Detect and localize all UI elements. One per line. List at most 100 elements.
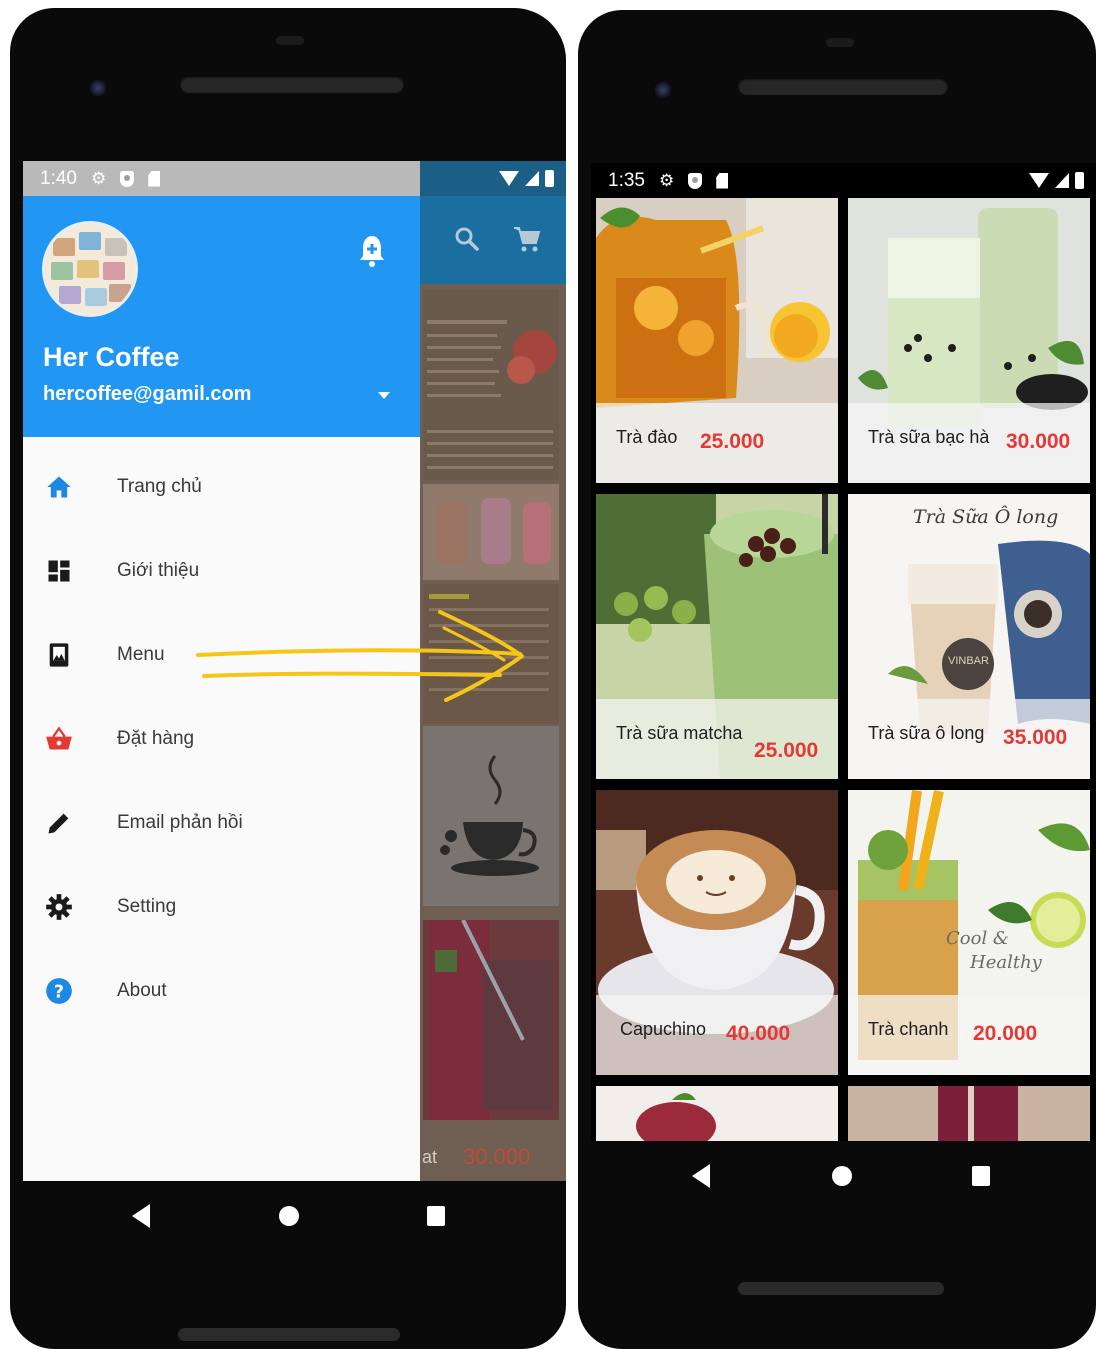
battery-icon xyxy=(545,170,554,187)
help-icon: ? xyxy=(46,978,72,1004)
menu-item-about[interactable]: ? About xyxy=(23,951,420,1031)
product-card[interactable]: Trà sữa matcha 25.000 xyxy=(596,494,838,779)
product-image xyxy=(848,1086,1090,1141)
product-card[interactable]: Trà Sữa Ô long VINBAR Trà sữa ô long 35.… xyxy=(848,494,1090,779)
shield-icon xyxy=(688,172,703,189)
battery-icon xyxy=(1075,172,1084,189)
behind-product-name: at xyxy=(422,1147,438,1167)
front-camera xyxy=(653,80,673,100)
coffee-cup-image xyxy=(423,726,559,906)
back-button[interactable] xyxy=(692,1164,710,1188)
front-camera xyxy=(88,78,108,98)
avatar-thumb xyxy=(59,286,81,304)
milkshake-image xyxy=(423,484,559,580)
status-icons xyxy=(499,161,554,196)
gear-icon xyxy=(46,894,72,920)
menu-item-trang-chu[interactable]: Trang chủ xyxy=(23,447,420,527)
basket-icon xyxy=(46,726,72,750)
behind-menu-list: at 30.000 xyxy=(420,284,566,1181)
menu-item-label: Trang chủ xyxy=(117,476,202,497)
avatar-thumb xyxy=(105,238,127,256)
olong-image-title: Trà Sữa Ô long xyxy=(913,506,1059,528)
status-time: 1:35 xyxy=(608,169,645,191)
menu-item-label: Email phản hồi xyxy=(117,812,243,833)
product-price: 20.000 xyxy=(973,1022,1038,1045)
settings-notification-icon: ⚙ xyxy=(90,169,107,188)
product-image xyxy=(596,1086,838,1141)
menu-item-email-phan-hoi[interactable]: Email phản hồi xyxy=(23,783,420,863)
top-speaker xyxy=(738,78,948,95)
menu-item-setting[interactable]: Setting xyxy=(23,867,420,947)
sensor xyxy=(276,36,304,45)
wifi-icon xyxy=(1029,173,1049,188)
product-card[interactable]: Capuchino 40.000 xyxy=(596,790,838,1075)
behind-status-bar xyxy=(420,161,566,196)
menu-board-image xyxy=(423,290,559,480)
cool-healthy-text-2: Healthy xyxy=(970,952,1042,973)
right-nav-bar xyxy=(692,1164,990,1188)
vinbar-logo-text: VINBAR xyxy=(948,655,989,667)
avatar-thumb xyxy=(53,238,75,256)
settings-notification-icon: ⚙ xyxy=(658,171,675,190)
home-button[interactable] xyxy=(279,1206,299,1226)
cart-icon[interactable] xyxy=(512,224,542,254)
product-name: Trà sữa matcha xyxy=(616,723,743,743)
photo-book-icon xyxy=(49,643,69,667)
back-button[interactable] xyxy=(132,1204,150,1228)
status-left: 1:35 ⚙ xyxy=(591,169,729,192)
menu-item-menu[interactable]: Menu xyxy=(23,615,420,695)
avatar-thumb xyxy=(51,262,73,280)
product-card[interactable]: Trà sữa bạc hà 30.000 xyxy=(848,198,1090,483)
drawer-header: Her Coffee hercoffee@gamil.com xyxy=(23,196,420,437)
menu-item-label: Menu xyxy=(117,644,165,665)
sd-card-icon xyxy=(148,170,161,187)
pencil-icon xyxy=(48,813,69,834)
menu-item-dat-hang[interactable]: Đặt hàng xyxy=(23,699,420,779)
product-name: Capuchino xyxy=(620,1019,707,1039)
signal-icon xyxy=(1055,173,1069,188)
recent-apps-button[interactable] xyxy=(427,1206,445,1226)
avatar[interactable] xyxy=(42,221,138,317)
top-speaker xyxy=(180,76,404,93)
status-time: 1:40 xyxy=(40,167,77,189)
status-bar: 1:35 ⚙ xyxy=(591,163,1096,198)
search-icon[interactable] xyxy=(454,226,480,252)
menu-board-image-2 xyxy=(423,584,559,724)
product-name: Trà đào xyxy=(616,427,678,447)
menu-item-label: About xyxy=(117,980,167,1001)
product-card-partial[interactable] xyxy=(596,1086,838,1141)
red-drink-image xyxy=(423,919,559,1120)
product-name: Trà sữa bạc hà xyxy=(868,427,990,447)
menu-item-label: Giới thiệu xyxy=(117,560,200,581)
profile-name: Her Coffee xyxy=(43,342,180,372)
shield-icon xyxy=(120,170,135,187)
navigation-drawer: 1:40 ⚙ Her Coffee hercoffee@gamil.com Tr… xyxy=(23,161,420,1181)
product-card[interactable]: Trà đào 25.000 xyxy=(596,198,838,483)
product-price: 40.000 xyxy=(726,1022,791,1045)
product-name: Trà sữa ô long xyxy=(868,723,985,743)
avatar-thumb xyxy=(85,288,107,306)
behind-toolbar xyxy=(420,196,566,284)
product-price: 25.000 xyxy=(754,739,819,762)
product-price: 25.000 xyxy=(700,430,765,453)
svg-text:?: ? xyxy=(54,982,64,1002)
account-dropdown-icon[interactable] xyxy=(378,392,390,399)
sensor xyxy=(826,38,854,47)
notification-bell-icon[interactable] xyxy=(358,234,386,268)
cool-healthy-text-1: Cool & xyxy=(946,928,1009,949)
left-phone-frame: at 30.000 1:40 ⚙ Her Coffee hercoffee@ga… xyxy=(10,8,566,1349)
left-nav-bar xyxy=(128,1204,445,1228)
product-price: 30.000 xyxy=(1006,430,1071,453)
product-card-partial[interactable] xyxy=(848,1086,1090,1141)
avatar-thumb xyxy=(103,262,125,280)
menu-item-label: Setting xyxy=(117,896,177,917)
product-name: Trà chanh xyxy=(868,1019,949,1039)
left-screen: at 30.000 1:40 ⚙ Her Coffee hercoffee@ga… xyxy=(23,161,566,1181)
recent-apps-button[interactable] xyxy=(972,1166,990,1186)
product-card[interactable]: Cool & Healthy Trà chanh 20.000 xyxy=(848,790,1090,1075)
home-icon xyxy=(47,476,71,498)
menu-item-label: Đặt hàng xyxy=(117,728,195,749)
avatar-thumb xyxy=(79,232,101,250)
home-button[interactable] xyxy=(832,1166,852,1186)
menu-item-gioi-thieu[interactable]: Giới thiệu xyxy=(23,531,420,611)
